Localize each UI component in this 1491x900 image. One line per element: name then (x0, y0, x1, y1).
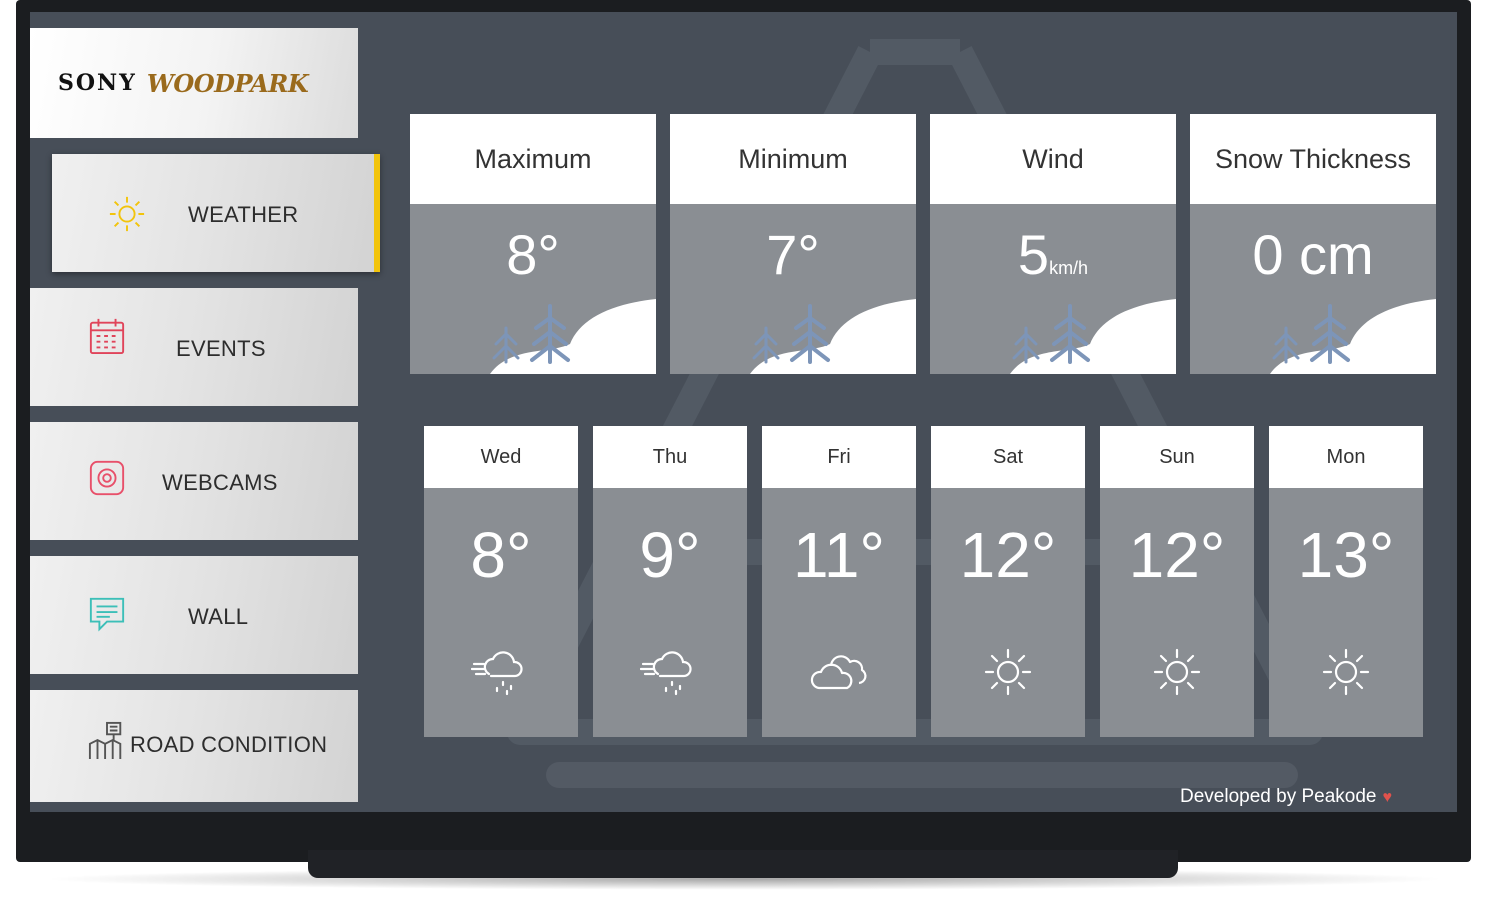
stat-card-snow-thickness: Snow Thickness 0 cm (1190, 114, 1436, 374)
stat-value: 7° (766, 223, 820, 286)
forecast-day: Fri (762, 426, 916, 488)
forecast-card-thu: Thu 9° (593, 426, 747, 737)
chat-icon (89, 597, 125, 632)
stat-title: Wind (930, 114, 1176, 204)
forecast-temp: 13° (1297, 519, 1395, 591)
forecast-day: Sat (931, 426, 1085, 488)
snow-hill-icon (1270, 299, 1436, 374)
cloud-icon (810, 655, 867, 690)
snow-wind-icon (471, 651, 523, 696)
sun-icon (1322, 648, 1370, 696)
forecast-card-wed: Wed 8° (424, 426, 578, 737)
stat-title: Maximum (410, 114, 656, 204)
webcam-icon (89, 460, 125, 496)
stat-value: 0 cm (1252, 223, 1374, 286)
forecast-temp: 11° (792, 519, 886, 591)
logo-woodpark: WOODPARK (146, 68, 309, 98)
calendar-icon (89, 318, 125, 355)
tv-stand (308, 850, 1178, 878)
sun-icon (1153, 648, 1201, 696)
stat-card-maximum: Maximum 8° (410, 114, 656, 374)
tv-screen: SONY WOODPARK WEATHER EVENTS WEBCAMS WAL… (30, 12, 1457, 812)
logo-sony: SONY (58, 70, 137, 96)
menu-label-weather: WEATHER (188, 202, 299, 227)
menu-label-wall: WALL (188, 604, 249, 629)
snow-wind-icon (640, 651, 692, 696)
forecast-temp: 8° (470, 519, 532, 591)
forecast-card-fri: Fri 11° (762, 426, 916, 737)
heart-icon: ♥ (1382, 789, 1392, 806)
sun-icon (109, 196, 145, 232)
forecast-day: Wed (424, 426, 578, 488)
credit-text: Developed by Peakode (1180, 786, 1377, 807)
forecast-card-mon: Mon 13° (1269, 426, 1423, 737)
snow-hill-icon (750, 299, 916, 374)
menu-label-webcams: WEBCAMS (162, 470, 278, 495)
forecast-day: Sun (1100, 426, 1254, 488)
brand-logo: SONY WOODPARK (30, 28, 358, 138)
menu-label-road-condition: ROAD CONDITION (130, 732, 328, 757)
snow-hill-icon (490, 299, 656, 374)
road-sign-icon (88, 721, 122, 759)
forecast-temp: 12° (959, 519, 1057, 591)
forecast-card-sun: Sun 12° (1100, 426, 1254, 737)
forecast-day: Mon (1269, 426, 1423, 488)
developer-credit: Developed by Peakode ♥ (1180, 786, 1392, 808)
menu-item-wall[interactable]: WALL (30, 556, 358, 674)
menu-label-events: EVENTS (176, 336, 266, 361)
stat-value: 5km/h (1017, 223, 1089, 286)
forecast-day: Thu (593, 426, 747, 488)
stat-title: Snow Thickness (1190, 114, 1436, 204)
stat-title: Minimum (670, 114, 916, 204)
stat-value: 8° (506, 223, 560, 286)
horizontal-scrollbar[interactable] (546, 762, 1298, 788)
snow-hill-icon (1010, 299, 1176, 374)
stat-card-wind: Wind 5km/h (930, 114, 1176, 374)
forecast-temp: 12° (1128, 519, 1226, 591)
menu-item-events[interactable]: EVENTS (30, 288, 358, 406)
menu-item-weather[interactable]: WEATHER (52, 154, 380, 272)
menu-item-webcams[interactable]: WEBCAMS (30, 422, 358, 540)
menu-item-road-condition[interactable]: ROAD CONDITION (30, 690, 358, 802)
forecast-card-sat: Sat 12° (931, 426, 1085, 737)
forecast-temp: 9° (639, 519, 701, 591)
stat-card-minimum: Minimum 7° (670, 114, 916, 374)
sun-icon (984, 648, 1032, 696)
